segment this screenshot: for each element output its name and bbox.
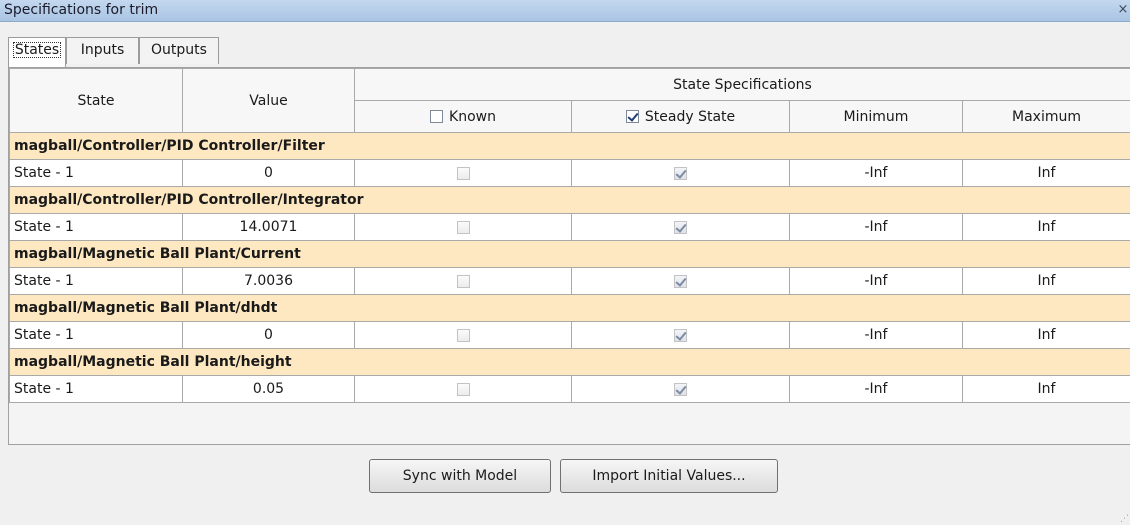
column-header-value[interactable]: Value bbox=[182, 68, 355, 133]
known-checkbox[interactable] bbox=[456, 166, 470, 180]
column-header-known[interactable]: Known bbox=[354, 100, 572, 133]
state-specifications-table: State Value State Specifications Known S… bbox=[9, 68, 1130, 403]
sync-with-model-button[interactable]: Sync with Model bbox=[369, 459, 551, 493]
block-path: magball/Controller/PID Controller/Integr… bbox=[9, 186, 1130, 214]
column-header-minimum[interactable]: Minimum bbox=[789, 100, 963, 133]
tab-inputs-label: Inputs bbox=[80, 42, 125, 58]
states-panel: State Value State Specifications Known S… bbox=[8, 67, 1130, 445]
column-header-steady-state-label: Steady State bbox=[644, 108, 736, 125]
block-group-row: magball/Magnetic Ball Plant/height bbox=[9, 348, 1130, 376]
state-name-cell: State - 1 bbox=[9, 321, 183, 349]
column-header-known-label: Known bbox=[449, 108, 496, 125]
maximum-cell[interactable]: Inf bbox=[962, 321, 1130, 349]
resize-grip-icon[interactable]: ⋰ bbox=[1120, 515, 1129, 524]
tab-states-label: States bbox=[12, 42, 62, 58]
column-header-state[interactable]: State bbox=[9, 68, 183, 133]
minimum-cell[interactable]: -Inf bbox=[789, 159, 963, 187]
block-path: magball/Controller/PID Controller/Filter bbox=[9, 132, 1130, 160]
known-cell bbox=[354, 321, 572, 349]
known-cell bbox=[354, 267, 572, 295]
known-all-checkbox[interactable] bbox=[430, 110, 444, 123]
state-name-cell: State - 1 bbox=[9, 375, 183, 403]
steady-state-cell bbox=[571, 267, 790, 295]
known-checkbox[interactable] bbox=[456, 220, 470, 234]
block-group-row: magball/Controller/PID Controller/Filter bbox=[9, 132, 1130, 160]
tab-states[interactable]: States bbox=[8, 37, 66, 67]
minimum-cell[interactable]: -Inf bbox=[789, 321, 963, 349]
column-header-steady-state[interactable]: Steady State bbox=[571, 100, 790, 133]
value-cell[interactable]: 0.05 bbox=[182, 375, 355, 403]
maximum-cell[interactable]: Inf bbox=[962, 159, 1130, 187]
tab-outputs-label: Outputs bbox=[151, 42, 207, 58]
steady-state-cell bbox=[571, 213, 790, 241]
state-name-cell: State - 1 bbox=[9, 159, 183, 187]
steady-state-checkbox[interactable] bbox=[674, 274, 687, 288]
minimum-cell[interactable]: -Inf bbox=[789, 213, 963, 241]
table-row: State - 1 0 -Inf Inf bbox=[9, 321, 1130, 349]
table-row: State - 1 0.05 -Inf Inf bbox=[9, 375, 1130, 403]
block-group-row: magball/Magnetic Ball Plant/dhdt bbox=[9, 294, 1130, 322]
known-cell bbox=[354, 159, 572, 187]
known-checkbox[interactable] bbox=[456, 274, 470, 288]
block-group-row: magball/Magnetic Ball Plant/Current bbox=[9, 240, 1130, 268]
value-cell[interactable]: 0 bbox=[182, 321, 355, 349]
known-cell bbox=[354, 213, 572, 241]
state-name-cell: State - 1 bbox=[9, 213, 183, 241]
tab-inputs[interactable]: Inputs bbox=[66, 37, 139, 64]
block-path: magball/Magnetic Ball Plant/Current bbox=[9, 240, 1130, 268]
minimum-cell[interactable]: -Inf bbox=[789, 375, 963, 403]
steady-state-checkbox[interactable] bbox=[674, 166, 687, 180]
table-row: State - 1 14.0071 -Inf Inf bbox=[9, 213, 1130, 241]
steady-state-checkbox[interactable] bbox=[674, 328, 687, 342]
known-cell bbox=[354, 375, 572, 403]
table-row: State - 1 0 -Inf Inf bbox=[9, 159, 1130, 187]
steady-state-cell bbox=[571, 375, 790, 403]
known-checkbox[interactable] bbox=[456, 328, 470, 342]
maximum-cell[interactable]: Inf bbox=[962, 375, 1130, 403]
minimum-cell[interactable]: -Inf bbox=[789, 267, 963, 295]
column-group-state-specifications: State Specifications bbox=[354, 68, 1130, 101]
steady-state-checkbox[interactable] bbox=[674, 382, 687, 396]
column-header-maximum[interactable]: Maximum bbox=[962, 100, 1130, 133]
value-cell[interactable]: 0 bbox=[182, 159, 355, 187]
block-group-row: magball/Controller/PID Controller/Integr… bbox=[9, 186, 1130, 214]
block-path: magball/Magnetic Ball Plant/height bbox=[9, 348, 1130, 376]
steady-state-cell bbox=[571, 321, 790, 349]
steady-state-all-checkbox[interactable] bbox=[625, 110, 639, 123]
state-name-cell: State - 1 bbox=[9, 267, 183, 295]
close-icon[interactable]: × bbox=[1116, 0, 1130, 22]
maximum-cell[interactable]: Inf bbox=[962, 213, 1130, 241]
value-cell[interactable]: 7.0036 bbox=[182, 267, 355, 295]
block-path: magball/Magnetic Ball Plant/dhdt bbox=[9, 294, 1130, 322]
tab-outputs[interactable]: Outputs bbox=[139, 37, 219, 64]
table-row: State - 1 7.0036 -Inf Inf bbox=[9, 267, 1130, 295]
window-title: Specifications for trim bbox=[4, 2, 159, 18]
import-initial-values-button[interactable]: Import Initial Values... bbox=[560, 459, 778, 493]
maximum-cell[interactable]: Inf bbox=[962, 267, 1130, 295]
steady-state-checkbox[interactable] bbox=[674, 220, 687, 234]
steady-state-cell bbox=[571, 159, 790, 187]
title-bar: Specifications for trim × bbox=[0, 0, 1130, 22]
known-checkbox[interactable] bbox=[456, 382, 470, 396]
value-cell[interactable]: 14.0071 bbox=[182, 213, 355, 241]
